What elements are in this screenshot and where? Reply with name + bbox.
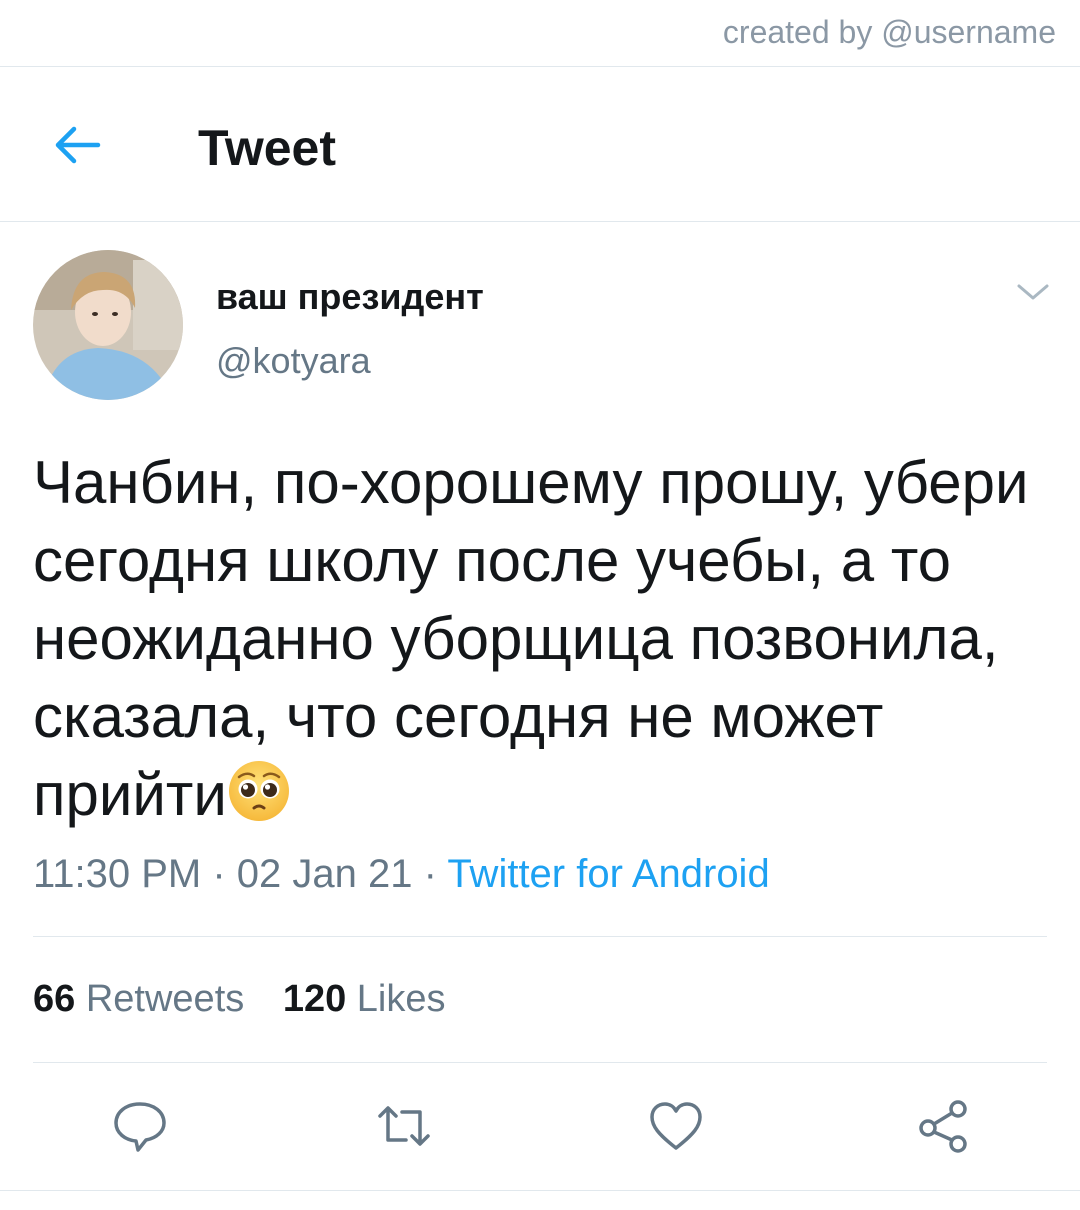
tweet-body: Чанбин, по-хорошему прошу, убери сегодня… [33,449,1029,828]
header: Tweet [0,67,1080,222]
meta-separator: · [201,852,237,896]
page-title: Tweet [198,120,336,176]
likes-count: 120 [282,978,347,1020]
chevron-down-icon[interactable] [1014,280,1052,304]
credit-text: created by @username [722,14,1056,50]
author-handle[interactable]: @kotyara [216,340,371,382]
tweet-page: created by @username Tweet ваш президент… [0,0,1080,1210]
tweet-stats: 66 Retweets 120 Likes [33,978,474,1021]
tweet-date: 02 Jan 21 [236,852,413,896]
tweet-time: 11:30 PM [33,852,202,896]
author-display-name[interactable]: ваш президент [216,276,484,318]
retweet-icon [378,1106,430,1146]
divider [33,936,1047,937]
divider [0,1190,1080,1191]
likes-stat[interactable]: 120 Likes [283,978,446,1020]
tweet-text: Чанбин, по-хорошему прошу, убери сегодня… [33,444,1053,834]
share-icon [919,1100,967,1153]
back-button[interactable] [50,123,104,167]
arrow-left-icon [55,126,101,164]
retweet-button[interactable] [374,1098,434,1154]
like-icon [650,1102,702,1150]
pleading-face-emoji [227,759,291,823]
credit-bar: created by @username [0,0,1080,67]
retweets-label: Retweets [85,978,245,1020]
avatar[interactable] [33,250,183,400]
retweets-stat[interactable]: 66 Retweets [33,978,244,1020]
divider [33,1062,1047,1063]
reply-button[interactable] [110,1098,170,1154]
likes-label: Likes [356,978,446,1020]
tweet-source-link[interactable]: Twitter for Android [447,852,769,896]
meta-separator-2: · [412,852,448,896]
like-button[interactable] [646,1098,706,1154]
retweets-count: 66 [33,978,76,1020]
tweet-meta: 11:30 PM · 02 Jan 21 · Twitter for Andro… [33,852,770,897]
share-button[interactable] [914,1098,974,1154]
reply-icon [114,1102,166,1152]
